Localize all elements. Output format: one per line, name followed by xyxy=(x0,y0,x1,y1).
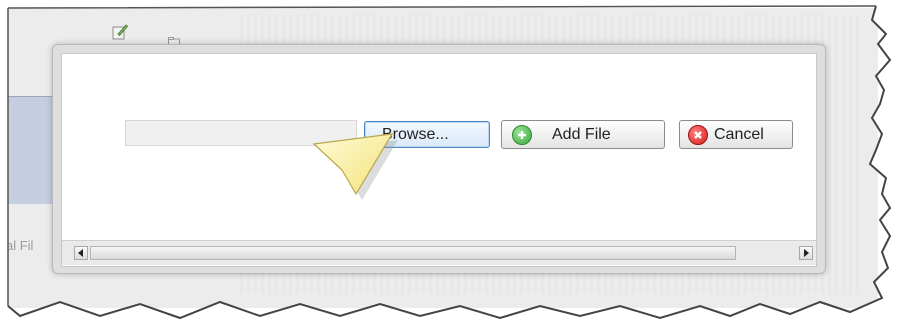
screenshot-canvas: al Fil Browse... Add File Cancel xyxy=(0,0,900,335)
torn-edge-decoration xyxy=(0,0,900,335)
